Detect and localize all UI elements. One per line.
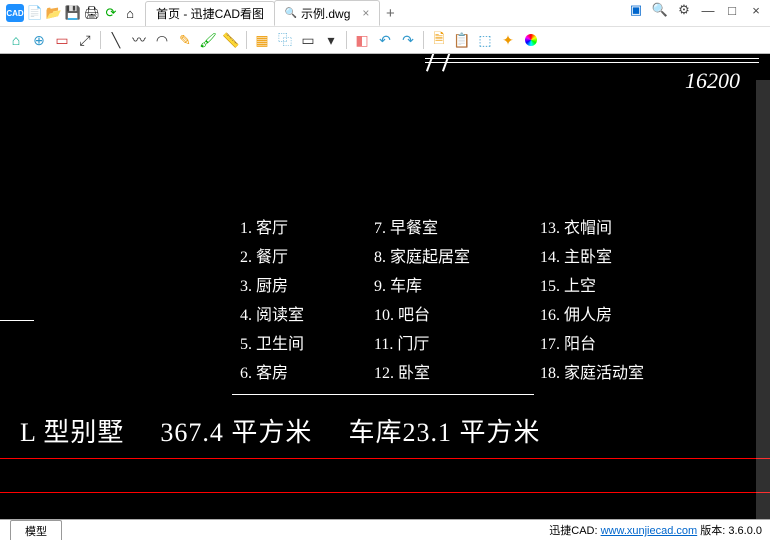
summary-title: L 型别墅	[20, 412, 124, 449]
tool-dropdown-icon[interactable]: ▾	[321, 30, 341, 50]
close-button[interactable]: ×	[748, 2, 764, 18]
new-file-icon[interactable]: 📄	[27, 5, 43, 21]
room-item: 1. 客厅	[240, 214, 304, 243]
tool-color-icon[interactable]	[521, 30, 541, 50]
tab-home[interactable]: 首页 - 迅捷CAD看图	[145, 1, 275, 26]
open-file-icon[interactable]: 📂	[46, 5, 62, 21]
screenshot-icon[interactable]: ▣	[628, 2, 644, 18]
tool-redo-icon[interactable]: ↷	[398, 30, 418, 50]
add-tab-button[interactable]: +	[379, 2, 401, 24]
toolbar-separator	[423, 31, 424, 49]
room-item: 17. 阳台	[540, 330, 644, 359]
status-url-link[interactable]: www.xunjiecad.com	[601, 525, 698, 537]
print-icon[interactable]: 🖨	[84, 5, 100, 21]
room-item: 7. 早餐室	[374, 214, 470, 243]
toolbar-separator	[246, 31, 247, 49]
toolbar-separator	[100, 31, 101, 49]
tool-copy-icon[interactable]: ⿻	[275, 30, 295, 50]
room-col-3: 13. 衣帽间 14. 主卧室 15. 上空 16. 佣人房 17. 阳台 18…	[540, 214, 644, 388]
room-item: 2. 餐厅	[240, 243, 304, 272]
zoom-out-icon[interactable]: 🔍	[652, 2, 668, 18]
room-item: 9. 车库	[374, 272, 470, 301]
room-item: 6. 客房	[240, 359, 304, 388]
tool-rect-icon[interactable]: ▭	[298, 30, 318, 50]
dimension-value: 16200	[685, 68, 740, 94]
tab-strip: 首页 - 迅捷CAD看图 🔍 示例.dwg × +	[145, 0, 401, 26]
summary-row: L 型别墅 367.4 平方米 车库23.1 平方米	[20, 412, 540, 449]
home-shape-icon[interactable]: ⌂	[122, 5, 138, 21]
drawing-red-line	[0, 492, 770, 493]
tab-file-label: 示例.dwg	[301, 5, 350, 22]
room-item: 5. 卫生间	[240, 330, 304, 359]
room-item: 13. 衣帽间	[540, 214, 644, 243]
tool-line-icon[interactable]: ╲	[106, 30, 126, 50]
room-item: 16. 佣人房	[540, 301, 644, 330]
status-ver-label: 版本:	[697, 525, 728, 537]
save-icon[interactable]: 💾	[65, 5, 81, 21]
status-bar: 模型 迅捷CAD: www.xunjiecad.com 版本: 3.6.0.0	[0, 519, 770, 540]
drawing-line	[0, 320, 34, 321]
titlebar: CAD 📄 📂 💾 🖨 ⟳ ⌂ 首页 - 迅捷CAD看图 🔍 示例.dwg × …	[0, 0, 770, 27]
tool-layer-icon[interactable]: ▦	[252, 30, 272, 50]
tool-clipboard-icon[interactable]: 📋	[452, 30, 472, 50]
vertical-scrollbar[interactable]	[756, 80, 770, 520]
tool-select-icon[interactable]: ▭	[52, 30, 72, 50]
room-legend: 1. 客厅 2. 餐厅 3. 厨房 4. 阅读室 5. 卫生间 6. 客房 7.…	[240, 214, 644, 388]
tool-eraser-icon[interactable]: ◧	[352, 30, 372, 50]
model-tab[interactable]: 模型	[10, 520, 62, 541]
tool-export-icon[interactable]: 🗎	[429, 30, 449, 50]
window-controls: ▣ 🔍 ⚙ — □ ×	[628, 2, 764, 18]
status-version: 3.6.0.0	[728, 525, 762, 537]
tool-edit-icon[interactable]: ✎	[175, 30, 195, 50]
summary-garage: 车库23.1 平方米	[348, 412, 540, 449]
room-item: 14. 主卧室	[540, 243, 644, 272]
tool-home-icon[interactable]: ⌂	[6, 30, 26, 50]
app-icon: CAD	[6, 4, 24, 22]
tab-home-label: 首页 - 迅捷CAD看图	[156, 5, 264, 22]
tool-zoom-icon[interactable]: ⊕	[29, 30, 49, 50]
room-item: 4. 阅读室	[240, 301, 304, 330]
drawing-canvas[interactable]: 16200 1. 客厅 2. 餐厅 3. 厨房 4. 阅读室 5. 卫生间 6.…	[0, 54, 770, 540]
room-item: 15. 上空	[540, 272, 644, 301]
tool-undo-icon[interactable]: ↶	[375, 30, 395, 50]
tool-polyline-icon[interactable]: 〰	[129, 30, 149, 50]
toolbar: ⌂ ⊕ ▭ ⤢ ╲ 〰 ◠ ✎ 🖌 📏 ▦ ⿻ ▭ ▾ ◧ ↶ ↷ 🗎 📋 ⬚ …	[0, 27, 770, 54]
search-icon: 🔍	[285, 7, 297, 19]
dimension-line	[425, 62, 759, 63]
room-item: 11. 门厅	[374, 330, 470, 359]
tool-measure-icon[interactable]: 📏	[221, 30, 241, 50]
room-item: 18. 家庭活动室	[540, 359, 644, 388]
dimension-line	[425, 58, 759, 59]
drawing-red-line	[0, 458, 770, 459]
close-tab-icon[interactable]: ×	[362, 6, 369, 20]
room-col-1: 1. 客厅 2. 餐厅 3. 厨房 4. 阅读室 5. 卫生间 6. 客房	[240, 214, 304, 388]
maximize-button[interactable]: □	[724, 2, 740, 18]
tool-fit-icon[interactable]: ⤢	[75, 30, 95, 50]
tool-3d-icon[interactable]: ⬚	[475, 30, 495, 50]
summary-area: 367.4 平方米	[160, 412, 312, 449]
room-item: 10. 吧台	[374, 301, 470, 330]
room-col-2: 7. 早餐室 8. 家庭起居室 9. 车库 10. 吧台 11. 门厅 12. …	[374, 214, 470, 388]
status-info: 迅捷CAD: www.xunjiecad.com 版本: 3.6.0.0	[549, 522, 762, 538]
refresh-icon[interactable]: ⟳	[103, 5, 119, 21]
settings-icon[interactable]: ⚙	[676, 2, 692, 18]
room-item: 3. 厨房	[240, 272, 304, 301]
tool-style-icon[interactable]: ✦	[498, 30, 518, 50]
status-brand: 迅捷CAD:	[549, 525, 600, 537]
legend-underline	[232, 394, 534, 395]
tool-arc-icon[interactable]: ◠	[152, 30, 172, 50]
minimize-button[interactable]: —	[700, 2, 716, 18]
toolbar-separator	[346, 31, 347, 49]
tab-file[interactable]: 🔍 示例.dwg ×	[274, 0, 380, 26]
room-item: 8. 家庭起居室	[374, 243, 470, 272]
room-item: 12. 卧室	[374, 359, 470, 388]
tool-brush-icon[interactable]: 🖌	[198, 30, 218, 50]
